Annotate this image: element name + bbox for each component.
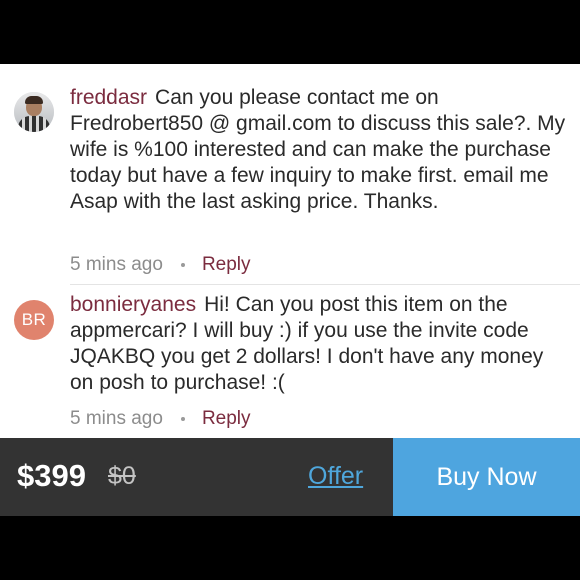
comment-text: bonnieryanes Hi! Can you post this item o… [70, 292, 570, 396]
reply-link[interactable]: Reply [202, 254, 251, 276]
separator-dot [180, 263, 185, 267]
reply-link[interactable]: Reply [202, 408, 251, 430]
purchase-bar: $399 $0 Offer Buy Now [0, 438, 580, 516]
avatar[interactable]: BR [14, 300, 54, 340]
separator-dot [180, 417, 185, 421]
comment-username[interactable]: freddasr [70, 86, 147, 109]
buy-now-button[interactable]: Buy Now [393, 438, 580, 516]
comment-meta: 5 mins ago Reply [70, 408, 251, 430]
top-black-bar [0, 0, 580, 64]
original-price: $0 [108, 462, 136, 490]
avatar-shirt [18, 116, 50, 132]
comment-timestamp: 5 mins ago [70, 408, 163, 429]
price: $399 [17, 458, 86, 493]
comment-divider [70, 284, 580, 285]
avatar[interactable] [14, 92, 54, 132]
comment-text: freddasr Can you please contact me on Fre… [70, 85, 570, 215]
comment-username[interactable]: bonnieryanes [70, 293, 196, 316]
offer-link[interactable]: Offer [308, 462, 363, 491]
comments-panel: freddasr Can you please contact me on Fre… [0, 64, 580, 438]
avatar-hair [25, 96, 43, 104]
bottom-black-bar [0, 516, 580, 580]
comment-meta: 5 mins ago Reply [70, 254, 251, 276]
comment-timestamp: 5 mins ago [70, 254, 163, 275]
